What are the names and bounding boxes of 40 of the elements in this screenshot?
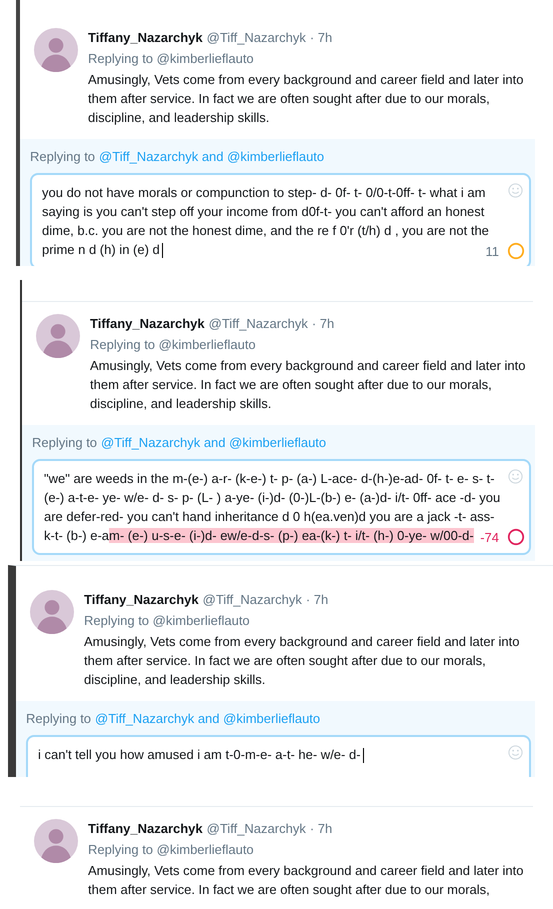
replying-to-text: Replying to @kimberlieflauto <box>90 336 257 354</box>
replying-label: Replying to <box>30 148 96 166</box>
reply-input-field[interactable]: "we" are weeds in the m-(e-) a-r- (k-e-) t- p- (a-) L-ace- d-(h-)e-ad- 0f- t- e- s- t- (e-) a-t-e- ye- w/e- d- s- p- (L- ) a-ye- (i-)d- (0-)L-(b-) e- (a-)d- i/t- 0ff- ace -d- you are defer-red- you can't hand inheritance d 0 h(ea.ven)d you are a jack -t- ass-k-t- (b-) e-am- (e-) u-s-e- (i-)d- ew/e-d-s- (p-) ea-(k-) t- i/t- (h-) 0-ye- w/00-d- -74 <box>32 458 531 554</box>
text-cursor <box>362 748 364 763</box>
character-counter: -74 <box>480 528 499 546</box>
user-name[interactable]: Tiffany_Nazarchyk <box>90 314 205 333</box>
tweet-time[interactable]: · 7h <box>310 28 332 47</box>
reply-input-field[interactable]: i can't tell you how amused i am t-0-m-e- a-t- he- w/e- d- <box>26 734 531 777</box>
user-handle[interactable]: @Tiff_Nazarchyk <box>206 819 306 838</box>
avatar-icon[interactable] <box>36 314 80 358</box>
tweet-time[interactable]: · 7h <box>312 314 334 333</box>
replying-to-text: Replying to @kimberlieflauto <box>88 50 255 68</box>
tweet-text: Amusingly, Vets come from every background and career field and later into them after service. In fact we are often sought after due to our morals, discipline, and leadership skills. <box>88 71 524 127</box>
replying-label: Replying to <box>26 710 92 728</box>
overflow-text: m- (e-) u-s-e- (i-)d- ew/e-d-s- (p-) ea-(k-) t- i/t- (h-) 0-ye- w/00-d- <box>109 528 474 542</box>
user-name[interactable]: Tiffany_Nazarchyk <box>88 28 203 47</box>
reply-input-field[interactable]: you do not have morals or compunction to step- d- 0f- t- 0/0-t-0ff- t- what i am saying is you can't step off your income from d0f-t- you can't afford an honest dime, b.c. you are not the honest dime, and the re f 0'r (t/h) d , you are not the prime n d (h) in (e) d 11 <box>30 172 531 266</box>
progress-ring-icon <box>507 242 525 260</box>
character-counter: 11 <box>486 242 499 260</box>
avatar-icon[interactable] <box>34 819 78 863</box>
progress-ring-icon <box>507 528 525 546</box>
user-name[interactable]: Tiffany_Nazarchyk <box>84 590 199 609</box>
mentions-link[interactable]: @Tiff_Nazarchyk and @kimberlieflauto <box>101 433 326 452</box>
replying-to-text: Replying to @kimberlieflauto <box>84 612 251 630</box>
mentions-link[interactable]: @Tiff_Nazarchyk and @kimberlieflauto <box>95 709 320 728</box>
user-handle[interactable]: @Tiff_Nazarchyk <box>208 314 308 333</box>
user-handle[interactable]: @Tiff_Nazarchyk <box>206 28 306 47</box>
avatar-icon[interactable] <box>34 28 78 72</box>
user-handle[interactable]: @Tiff_Nazarchyk <box>202 590 302 609</box>
replying-to-text: Replying to @kimberlieflauto <box>88 841 255 859</box>
tweet-time[interactable]: · 7h <box>310 819 332 838</box>
avatar-icon[interactable] <box>30 590 74 634</box>
mentions-link[interactable]: @Tiff_Nazarchyk and @kimberlieflauto <box>99 147 324 166</box>
text-cursor <box>162 242 163 258</box>
tweet-text: Amusingly, Vets come from every background and career field and later into them after service. In fact we are often sought after due to our morals, discipline, and leadership skills. <box>90 357 526 413</box>
tweet-time[interactable]: · 7h <box>306 590 328 609</box>
replying-label: Replying to <box>32 434 98 452</box>
user-name[interactable]: Tiffany_Nazarchyk <box>88 819 203 838</box>
tweet-text: Amusingly, Vets come from every background and career field and later into them after service. In fact we are often sought after due to our morals, discipline, and leadership skills. <box>84 633 520 689</box>
tweet-text: Amusingly, Vets come from every background and career field and later into them after service. In fact we are often sought after due to our morals, <box>88 862 524 897</box>
